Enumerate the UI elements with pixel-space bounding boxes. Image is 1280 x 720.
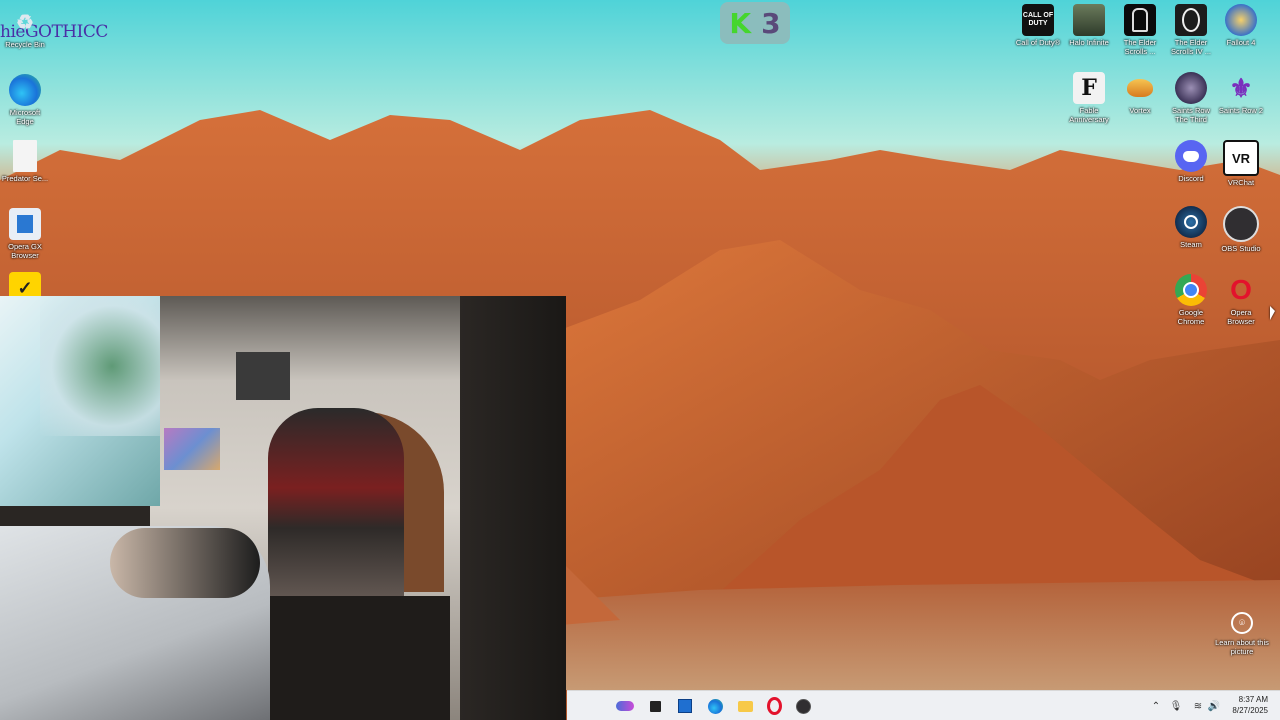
taskbar: ⌃ 🎙 ≋ 🔊 8:37 AM 8/27/2025 [567, 690, 1280, 720]
desktop-icon-saints-row-2[interactable]: ⚜ Saints Row 2 [1216, 72, 1266, 116]
desktop-icon-halo-infinite[interactable]: Halo Infinite [1064, 4, 1114, 47]
desktop-icon-label: Steam [1180, 240, 1202, 249]
edge-icon[interactable] [705, 696, 725, 716]
desktop-icon-label: Call of Duty® [1015, 38, 1061, 47]
fable-anniversary-icon: F [1073, 72, 1105, 104]
desktop-icon-label: Discord [1178, 174, 1204, 183]
desktop-icon-call-of-duty[interactable]: CALL OF DUTY Call of Duty® [1013, 4, 1063, 47]
call-of-duty-icon: CALL OF DUTY [1022, 4, 1054, 36]
desktop-icon-label: Vortex [1129, 106, 1151, 115]
learn-about-picture[interactable]: ⌾ Learn about this picture [1214, 612, 1270, 656]
obs-studio-icon [1223, 206, 1259, 242]
discord-icon [1175, 140, 1207, 172]
desktop-icon-label: VRChat [1227, 178, 1255, 187]
desktop-icon-label: Google Chrome [1177, 308, 1205, 326]
desktop-icon-saints-row-third[interactable]: Saints Row The Third [1166, 72, 1216, 124]
mouse-cursor [1270, 306, 1275, 320]
obs-icon[interactable] [793, 696, 813, 716]
desktop-icon-google-chrome[interactable]: Google Chrome [1166, 274, 1216, 326]
recycle-bin-icon: ♻ [16, 11, 34, 34]
desktop-icon-fallout-4[interactable]: Fallout 4 [1216, 4, 1266, 47]
opera-icon[interactable] [764, 696, 784, 716]
desktop-icon-fable-anniversary[interactable]: F Fable Anniversary [1064, 72, 1114, 124]
google-chrome-icon [1175, 274, 1207, 306]
clock-date: 8/27/2025 [1232, 706, 1268, 715]
desktop-icon-opera-gx[interactable]: Opera GX Browser [0, 208, 50, 260]
desktop-icon-elder-scrolls[interactable]: The Elder Scrolls ... [1115, 4, 1165, 56]
file-icon [13, 140, 37, 172]
taskbar-clock[interactable]: 8:37 AM 8/27/2025 [1232, 694, 1268, 716]
desktop-icon-vortex[interactable]: Vortex [1115, 72, 1165, 115]
desktop-icon-obs-studio[interactable]: OBS Studio [1216, 206, 1266, 253]
desktop-icon-predator-sense[interactable]: Predator Se... [0, 140, 50, 183]
desktop-icon-label: Fallout 4 [1226, 38, 1256, 47]
fallout-4-icon [1225, 4, 1257, 36]
desktop-icon-label: Recycle Bin [5, 40, 45, 49]
desktop: hieGOTHICC K 3 ♻ Recycle Bin Microsoft E… [0, 0, 1280, 720]
task-view-icon[interactable] [645, 696, 665, 716]
steam-icon [1175, 206, 1207, 238]
k3-logo-k: K [729, 6, 752, 40]
ai-chat-icon[interactable] [615, 696, 635, 716]
desktop-icon-oblivion[interactable]: The Elder Scrolls IV ... [1166, 4, 1216, 56]
speaker-icon[interactable]: 🔊 [1207, 699, 1221, 713]
elder-scrolls-icon [1124, 4, 1156, 36]
desktop-icon-label: Halo Infinite [1069, 38, 1109, 47]
desktop-icon-label: Saints Row 2 [1218, 106, 1264, 115]
desktop-icon-recycle-bin[interactable]: ♻ Recycle Bin [0, 6, 50, 50]
microsoft-store-icon[interactable] [675, 696, 695, 716]
desktop-icon-label: Opera GX Browser [8, 242, 42, 260]
wifi-icon[interactable]: ≋ [1191, 699, 1205, 713]
chevron-up-icon[interactable]: ⌃ [1149, 699, 1163, 713]
desktop-icon-discord[interactable]: Discord [1166, 140, 1216, 183]
file-explorer-icon[interactable] [735, 696, 755, 716]
desktop-icon-microsoft-edge[interactable]: Microsoft Edge [0, 74, 50, 126]
k3-logo-number: 3 [761, 6, 781, 40]
vrchat-icon: VR [1223, 140, 1259, 176]
desktop-icon-opera-browser[interactable]: O Opera Browser [1216, 274, 1266, 326]
desktop-icon-label: Fable Anniversary [1069, 106, 1109, 124]
desktop-icon-label: Predator Se... [1, 174, 49, 183]
k3-logo: K 3 [720, 2, 790, 44]
webcam-chair [268, 408, 404, 608]
webcam-poster [236, 352, 290, 400]
webcam-person [110, 528, 260, 598]
webcam-desk [240, 596, 450, 720]
desktop-icon-label: OBS Studio [1221, 244, 1261, 253]
saints-row-third-icon [1175, 72, 1207, 104]
desktop-icon-label: Microsoft Edge [9, 108, 41, 126]
desktop-icon-steam[interactable]: Steam [1166, 206, 1216, 249]
webcam-curtain [40, 296, 160, 436]
webcam-dark-right [460, 296, 566, 720]
desktop-icon-label: The Elder Scrolls IV ... [1170, 38, 1211, 56]
webcam-overlay [0, 296, 566, 720]
desktop-icon-vrchat[interactable]: VR VRChat [1216, 140, 1266, 187]
clock-time: 8:37 AM [1238, 695, 1268, 704]
halo-infinite-icon [1073, 4, 1105, 36]
vortex-icon [1124, 72, 1156, 104]
oblivion-icon [1175, 4, 1207, 36]
webcam-poster-2 [164, 428, 220, 470]
saints-row-2-icon: ⚜ [1229, 72, 1253, 103]
microphone-icon[interactable]: 🎙 [1169, 699, 1183, 713]
opera-gx-icon [9, 208, 41, 240]
desktop-icon-label: Saints Row The Third [1172, 106, 1210, 124]
desktop-icon-label: The Elder Scrolls ... [1123, 38, 1157, 56]
opera-browser-icon: O [1230, 274, 1252, 305]
desktop-icon-label: Opera Browser [1227, 308, 1255, 326]
learn-about-picture-label: Learn about this picture [1215, 638, 1269, 656]
camera-icon: ⌾ [1231, 612, 1253, 634]
edge-icon [9, 74, 41, 106]
